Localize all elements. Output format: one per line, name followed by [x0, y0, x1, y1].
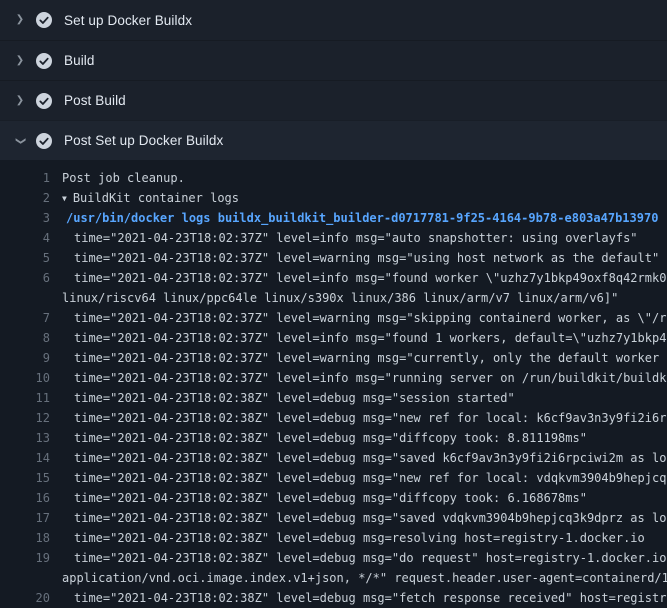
log-line-number[interactable]: 16 — [0, 488, 50, 508]
log-line: 3 /usr/bin/docker logs buildx_buildkit_b… — [0, 208, 667, 228]
log-line-text: time="2021-04-23T18:02:38Z" level=debug … — [62, 588, 667, 608]
log-line-text: time="2021-04-23T18:02:38Z" level=debug … — [62, 388, 667, 408]
log-line: 10 time="2021-04-23T18:02:37Z" level=inf… — [0, 368, 667, 388]
log-line-number[interactable] — [0, 288, 50, 308]
log-line: 8 time="2021-04-23T18:02:37Z" level=info… — [0, 328, 667, 348]
log-line-text: time="2021-04-23T18:02:37Z" level=info m… — [62, 368, 667, 388]
log-area: 1 Post job cleanup. 2 ▼BuildKit containe… — [0, 160, 667, 608]
log-line-text: time="2021-04-23T18:02:38Z" level=debug … — [62, 528, 667, 548]
chevron-icon: ❯ — [12, 15, 28, 25]
log-line-text: time="2021-04-23T18:02:38Z" level=debug … — [62, 428, 667, 448]
log-line-number[interactable]: 8 — [0, 328, 50, 348]
log-line-number[interactable]: 7 — [0, 308, 50, 328]
log-line: linux/riscv64 linux/ppc64le linux/s390x … — [0, 288, 667, 308]
log-line-text: time="2021-04-23T18:02:38Z" level=debug … — [62, 548, 667, 568]
chevron-icon: ❯ — [12, 56, 28, 66]
log-line-number[interactable]: 13 — [0, 428, 50, 448]
log-line: 17 time="2021-04-23T18:02:38Z" level=deb… — [0, 508, 667, 528]
log-line: 14 time="2021-04-23T18:02:38Z" level=deb… — [0, 448, 667, 468]
log-line-text: time="2021-04-23T18:02:38Z" level=debug … — [62, 468, 667, 488]
log-line: 18 time="2021-04-23T18:02:38Z" level=deb… — [0, 528, 667, 548]
step-title: Build — [64, 53, 95, 68]
step-header-post-set-up-docker-buildx[interactable]: ❯ Post Set up Docker Buildx — [0, 120, 667, 160]
step-header-post-build[interactable]: ❯ Post Build — [0, 80, 667, 120]
check-circle-icon — [36, 93, 52, 109]
log-group-toggle-icon[interactable]: ▼ — [62, 189, 67, 208]
log-line-text: time="2021-04-23T18:02:38Z" level=debug … — [62, 488, 667, 508]
log-line: 16 time="2021-04-23T18:02:38Z" level=deb… — [0, 488, 667, 508]
log-line-number[interactable]: 20 — [0, 588, 50, 608]
log-line-text: linux/riscv64 linux/ppc64le linux/s390x … — [62, 288, 667, 308]
log-line-number[interactable]: 14 — [0, 448, 50, 468]
step-header-build[interactable]: ❯ Build — [0, 40, 667, 80]
log-line: 11 time="2021-04-23T18:02:38Z" level=deb… — [0, 388, 667, 408]
step-header-set-up-docker-buildx[interactable]: ❯ Set up Docker Buildx — [0, 0, 667, 40]
log-line: application/vnd.oci.image.index.v1+json,… — [0, 568, 667, 588]
log-line: 4 time="2021-04-23T18:02:37Z" level=info… — [0, 228, 667, 248]
log-line-text: time="2021-04-23T18:02:38Z" level=debug … — [62, 408, 667, 428]
log-line-number[interactable]: 2 — [0, 188, 50, 208]
log-line: 9 time="2021-04-23T18:02:37Z" level=warn… — [0, 348, 667, 368]
log-line: 19 time="2021-04-23T18:02:38Z" level=deb… — [0, 548, 667, 568]
log-line-number[interactable]: 4 — [0, 228, 50, 248]
check-circle-icon — [36, 12, 52, 28]
log-line: 7 time="2021-04-23T18:02:37Z" level=warn… — [0, 308, 667, 328]
log-line-number[interactable]: 5 — [0, 248, 50, 268]
log-line-text: time="2021-04-23T18:02:37Z" level=info m… — [62, 268, 667, 288]
log-line: 15 time="2021-04-23T18:02:38Z" level=deb… — [0, 468, 667, 488]
log-line-text: time="2021-04-23T18:02:37Z" level=warnin… — [62, 248, 667, 268]
log-line-number[interactable]: 9 — [0, 348, 50, 368]
log-line: 20 time="2021-04-23T18:02:38Z" level=deb… — [0, 588, 667, 608]
log-line-number[interactable]: 17 — [0, 508, 50, 528]
step-title: Set up Docker Buildx — [64, 13, 192, 28]
log-line-number[interactable]: 12 — [0, 408, 50, 428]
log-line: 12 time="2021-04-23T18:02:38Z" level=deb… — [0, 408, 667, 428]
log-line: 5 time="2021-04-23T18:02:37Z" level=warn… — [0, 248, 667, 268]
log-line-number[interactable] — [0, 568, 50, 588]
log-line-text: application/vnd.oci.image.index.v1+json,… — [62, 568, 667, 588]
log-line-number[interactable]: 3 — [0, 208, 50, 228]
log-line-number[interactable]: 19 — [0, 548, 50, 568]
log-line-number[interactable]: 18 — [0, 528, 50, 548]
step-list: ❯ Set up Docker Buildx ❯ Build ❯ Post Bu — [0, 0, 667, 160]
log-line-number[interactable]: 10 — [0, 368, 50, 388]
step-title: Post Build — [64, 93, 126, 108]
log-line-text: time="2021-04-23T18:02:37Z" level=info m… — [62, 228, 667, 248]
log-line-text: ▼BuildKit container logs — [62, 188, 667, 208]
chevron-icon: ❯ — [12, 96, 28, 106]
chevron-icon: ❯ — [15, 133, 25, 149]
check-circle-icon — [36, 133, 52, 149]
log-line-number[interactable]: 1 — [0, 168, 50, 188]
log-line-text: time="2021-04-23T18:02:37Z" level=warnin… — [62, 348, 667, 368]
log-line-text: Post job cleanup. — [62, 168, 667, 188]
log-line: 6 time="2021-04-23T18:02:37Z" level=info… — [0, 268, 667, 288]
log-line: 13 time="2021-04-23T18:02:38Z" level=deb… — [0, 428, 667, 448]
log-line-text: /usr/bin/docker logs buildx_buildkit_bui… — [62, 208, 667, 228]
log-line-text: time="2021-04-23T18:02:38Z" level=debug … — [62, 508, 667, 528]
log-line-number[interactable]: 15 — [0, 468, 50, 488]
log-line-text: time="2021-04-23T18:02:38Z" level=debug … — [62, 448, 667, 468]
log-line-text: time="2021-04-23T18:02:37Z" level=warnin… — [62, 308, 667, 328]
step-title: Post Set up Docker Buildx — [64, 133, 223, 148]
log-line-number[interactable]: 11 — [0, 388, 50, 408]
github-actions-log-viewer: ❯ Set up Docker Buildx ❯ Build ❯ Post Bu — [0, 0, 667, 608]
log-line: 1 Post job cleanup. — [0, 168, 667, 188]
log-line: 2 ▼BuildKit container logs — [0, 188, 667, 208]
log-line-text: time="2021-04-23T18:02:37Z" level=info m… — [62, 328, 667, 348]
check-circle-icon — [36, 53, 52, 69]
log-line-number[interactable]: 6 — [0, 268, 50, 288]
